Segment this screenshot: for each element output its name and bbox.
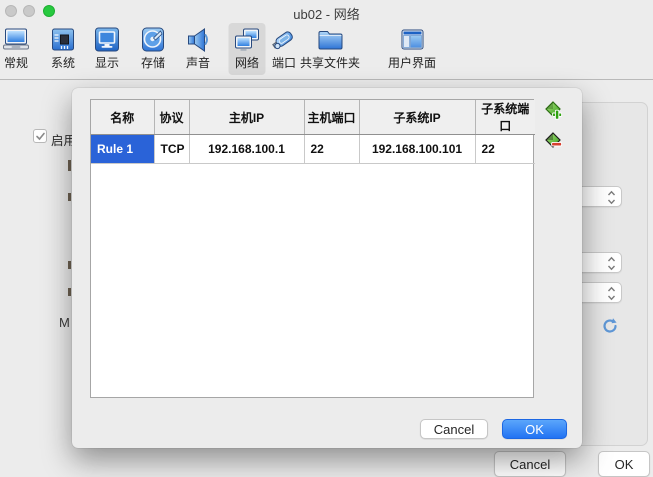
toolbar-item-label: 网络: [235, 57, 259, 70]
dialog-ok-button[interactable]: OK: [502, 419, 567, 439]
cell-host-ip[interactable]: 192.168.100.1: [189, 135, 304, 164]
clipped-label-fragment: [68, 160, 71, 171]
port-forwarding-table-box: 名称 协议 主机IP 主机端口 子系统IP 子系统端口 Rule 1 TCP 1…: [90, 99, 534, 398]
toolbar-item-system[interactable]: 系统: [45, 23, 82, 75]
cell-guest-port[interactable]: 22: [475, 135, 535, 164]
toolbar-item-label: 用户界面: [388, 57, 436, 70]
table-row: Rule 1 TCP 192.168.100.1 22 192.168.100.…: [91, 135, 535, 164]
toolbar-item-general[interactable]: 常规: [0, 23, 35, 75]
add-rule-icon: [544, 101, 564, 121]
toolbar-item-user-interface[interactable]: 用户界面: [383, 23, 441, 75]
toolbar-item-display[interactable]: 显示: [89, 23, 126, 75]
audio-icon: [185, 26, 212, 53]
column-header-name[interactable]: 名称: [91, 100, 154, 135]
port-forwarding-table: 名称 协议 主机IP 主机端口 子系统IP 子系统端口 Rule 1 TCP 1…: [91, 100, 535, 164]
regenerate-mac-button[interactable]: [601, 317, 619, 335]
checkmark-icon: [35, 131, 46, 142]
settings-ok-button[interactable]: OK: [598, 451, 650, 477]
toolbar-item-label: 系统: [51, 57, 75, 70]
chevron-up-down-icon: [607, 190, 616, 205]
display-icon: [94, 26, 121, 53]
cell-rule-name[interactable]: Rule 1: [91, 135, 154, 164]
refresh-icon: [601, 317, 619, 335]
enable-adapter-checkbox[interactable]: [33, 129, 47, 143]
toolbar-item-storage[interactable]: 存储: [135, 23, 172, 75]
system-icon: [50, 26, 77, 53]
cell-guest-ip[interactable]: 192.168.100.101: [359, 135, 475, 164]
column-header-protocol[interactable]: 协议: [154, 100, 189, 135]
table-header-row: 名称 协议 主机IP 主机端口 子系统IP 子系统端口: [91, 100, 535, 135]
toolbar-item-label: 端口: [272, 57, 296, 70]
toolbar-item-label: 存储: [141, 57, 165, 70]
ui-icon: [398, 26, 425, 53]
remove-rule-button[interactable]: [544, 131, 564, 151]
port-forwarding-dialog: 名称 协议 主机IP 主机端口 子系统IP 子系统端口 Rule 1 TCP 1…: [72, 88, 582, 448]
cell-protocol[interactable]: TCP: [154, 135, 189, 164]
virtualbox-settings-window: { "window": { "title": "ub02 - 网络" }, "t…: [0, 0, 653, 474]
column-header-host-port[interactable]: 主机端口: [304, 100, 359, 135]
column-header-host-ip[interactable]: 主机IP: [189, 100, 304, 135]
mac-address-label-fragment: M: [59, 315, 70, 330]
cell-host-port[interactable]: 22: [304, 135, 359, 164]
window-title: ub02 - 网络: [0, 4, 653, 23]
storage-icon: [140, 26, 167, 53]
toolbar-item-network[interactable]: 网络: [229, 23, 266, 75]
network-icon: [234, 26, 261, 53]
column-header-guest-port[interactable]: 子系统端口: [475, 100, 535, 135]
chevron-up-down-icon: [607, 256, 616, 271]
settings-cancel-button[interactable]: Cancel: [494, 451, 566, 477]
column-header-guest-ip[interactable]: 子系统IP: [359, 100, 475, 135]
remove-rule-icon: [544, 131, 564, 151]
ports-icon: [271, 26, 298, 53]
toolbar-item-audio[interactable]: 声音: [180, 23, 217, 75]
settings-toolbar: 常规 系统 显示 存储 声音 网络 端口 共享文件夹 用户界面: [0, 22, 653, 80]
chevron-up-down-icon: [607, 286, 616, 301]
general-icon: [3, 26, 30, 53]
toolbar-item-label: 常规: [4, 57, 28, 70]
clipped-label-fragment: [68, 288, 71, 296]
shared-folders-icon: [316, 26, 343, 53]
title-bar: ub02 - 网络: [0, 0, 653, 22]
clipped-label-fragment: [68, 193, 71, 201]
clipped-label-fragment: [68, 261, 71, 269]
toolbar-item-label: 显示: [95, 57, 119, 70]
dialog-cancel-button[interactable]: Cancel: [420, 419, 488, 439]
toolbar-item-shared-folders[interactable]: 共享文件夹: [295, 23, 365, 75]
toolbar-item-label: 声音: [186, 57, 210, 70]
add-rule-button[interactable]: [544, 101, 564, 121]
toolbar-item-label: 共享文件夹: [300, 57, 360, 70]
